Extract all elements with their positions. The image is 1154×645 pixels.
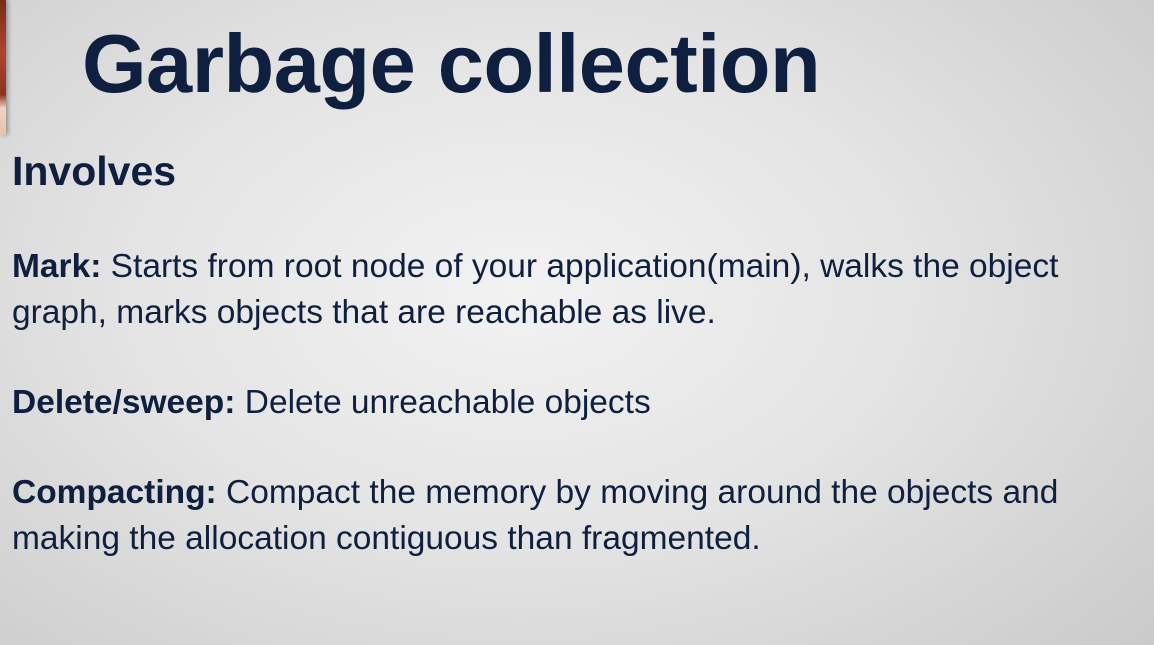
speaker-video-thumbnail bbox=[0, 0, 6, 135]
item-term: Delete/sweep: bbox=[12, 384, 236, 421]
item-text: Delete unreachable objects bbox=[235, 384, 651, 421]
item-term: Mark: bbox=[12, 248, 102, 285]
item-delete-sweep: Delete/sweep: Delete unreachable objects bbox=[12, 380, 1132, 426]
item-term: Compacting: bbox=[12, 474, 217, 511]
item-mark: Mark: Starts from root node of your appl… bbox=[12, 244, 1132, 336]
slide-title: Garbage collection bbox=[82, 17, 821, 110]
item-compacting: Compacting: Compact the memory by moving… bbox=[12, 470, 1132, 562]
slide-subtitle: Involves bbox=[12, 148, 177, 194]
item-text: Starts from root node of your applicatio… bbox=[12, 248, 1059, 331]
